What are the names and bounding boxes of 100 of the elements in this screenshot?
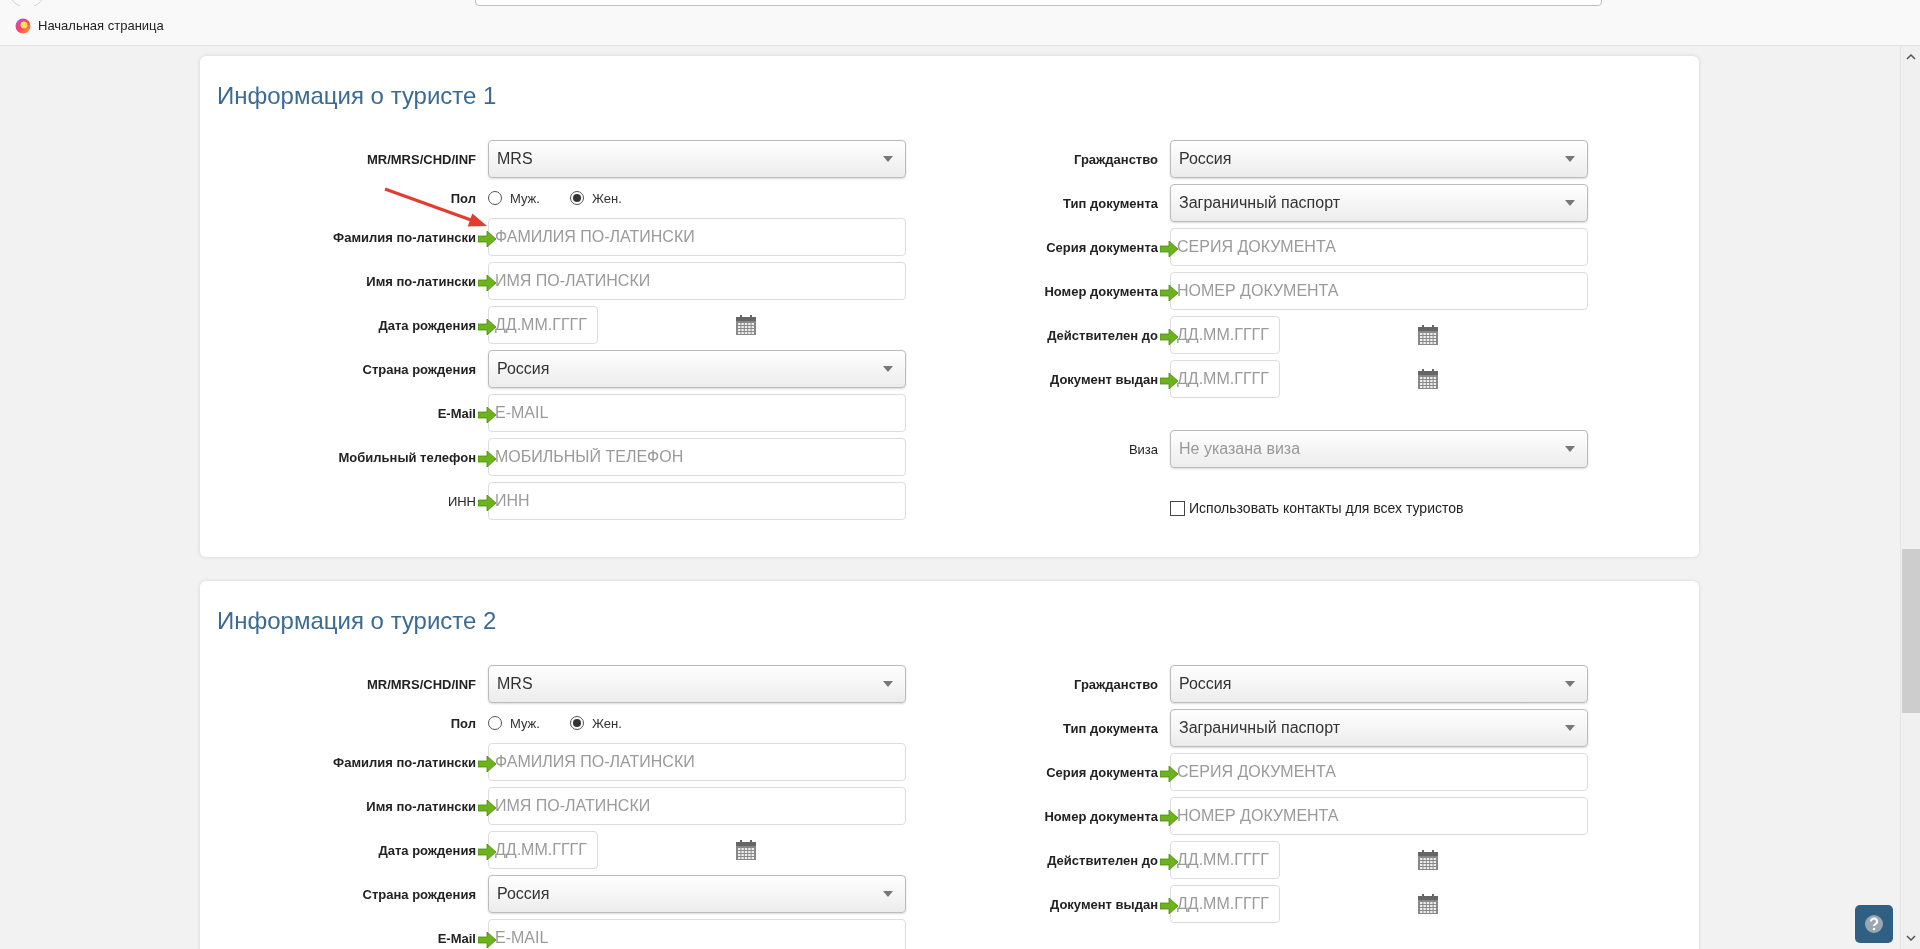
browser-logo-icon — [15, 17, 31, 34]
field-label: Документ выдан — [1048, 896, 1158, 912]
field-label: Мобильный телефон — [337, 449, 476, 465]
required-arrow-icon — [1160, 241, 1178, 257]
field-label: Документ выдан — [1048, 371, 1158, 387]
field-label: Имя по-латински — [365, 273, 476, 289]
dropdown-caret-icon — [883, 891, 893, 897]
field-label: Действителен до — [1046, 327, 1158, 343]
field-label: Фамилия по-латински — [332, 229, 476, 245]
checkbox-label: Использовать контакты для всех туристов — [1189, 500, 1464, 516]
calendar-icon[interactable] — [1417, 368, 1439, 390]
dropdown-select[interactable]: Россия — [1170, 665, 1588, 703]
dropdown-select[interactable]: Россия — [1170, 140, 1588, 178]
calendar-icon[interactable] — [1417, 893, 1439, 915]
text-input-field[interactable]: СЕРИЯ ДОКУМЕНТА — [1170, 228, 1588, 266]
field-label: Страна рождения — [361, 886, 476, 902]
required-arrow-icon — [478, 275, 496, 291]
radio-option[interactable]: Жен. — [569, 190, 622, 206]
dropdown-caret-icon — [1565, 200, 1575, 206]
text-input-field[interactable]: НОМЕР ДОКУМЕНТА — [1170, 272, 1588, 310]
radio-option[interactable]: Жен. — [569, 715, 622, 731]
field-label: Серия документа — [1045, 764, 1158, 780]
calendar-icon[interactable] — [1417, 324, 1439, 346]
dropdown-caret-icon — [883, 156, 893, 162]
field-label: MR/MRS/CHD/INF — [365, 676, 476, 692]
text-input-field[interactable]: ИМЯ ПО-ЛАТИНСКИ — [488, 262, 906, 300]
field-label: Имя по-латински — [365, 798, 476, 814]
scroll-down-icon[interactable] — [1905, 935, 1916, 941]
field-label: Тип документа — [1062, 195, 1158, 211]
section-title: Информация о туристе 1 — [217, 82, 498, 110]
dropdown-select[interactable]: MRS — [488, 140, 906, 178]
scroll-up-icon[interactable] — [1905, 54, 1916, 60]
field-label: Гражданство — [1073, 151, 1158, 167]
required-arrow-icon — [1160, 766, 1178, 782]
text-input-field[interactable]: НОМЕР ДОКУМЕНТА — [1170, 797, 1588, 835]
field-label: Действителен до — [1046, 852, 1158, 868]
required-arrow-icon — [478, 407, 496, 423]
required-arrow-icon — [478, 319, 496, 335]
text-input-field[interactable]: СЕРИЯ ДОКУМЕНТА — [1170, 753, 1588, 791]
required-arrow-icon — [478, 495, 496, 511]
field-label: E-Mail — [436, 930, 476, 946]
checkbox[interactable] — [1170, 500, 1185, 516]
required-arrow-icon — [1160, 329, 1178, 345]
field-label: Фамилия по-латински — [332, 754, 476, 770]
date-input-field[interactable]: ДД.ММ.ГГГГ — [488, 306, 598, 344]
radio-option[interactable]: Муж. — [488, 715, 540, 731]
field-label: ИНН — [446, 493, 476, 509]
text-input-field[interactable]: МОБИЛЬНЫЙ ТЕЛЕФОН — [488, 438, 906, 476]
scrollbar-thumb[interactable] — [1902, 549, 1920, 713]
dropdown-caret-icon — [1565, 725, 1575, 731]
dropdown-select[interactable]: MRS — [488, 665, 906, 703]
text-input-field[interactable]: ИНН — [488, 482, 906, 520]
help-icon — [1864, 914, 1884, 934]
calendar-icon[interactable] — [735, 314, 757, 336]
field-label: Пол — [449, 715, 476, 731]
dropdown-select[interactable]: Россия — [488, 875, 906, 913]
field-label: MR/MRS/CHD/INF — [365, 151, 476, 167]
required-arrow-icon — [1160, 854, 1178, 870]
field-label: Страна рождения — [361, 361, 476, 377]
required-arrow-icon — [478, 756, 496, 772]
dropdown-caret-icon — [1565, 681, 1575, 687]
scrollbar[interactable] — [1900, 46, 1920, 949]
required-arrow-icon — [1160, 898, 1178, 914]
field-label: Гражданство — [1073, 676, 1158, 692]
date-input-field[interactable]: ДД.ММ.ГГГГ — [1170, 885, 1280, 923]
required-arrow-icon — [478, 800, 496, 816]
dropdown-select[interactable]: Россия — [488, 350, 906, 388]
text-input-field[interactable]: ИМЯ ПО-ЛАТИНСКИ — [488, 787, 906, 825]
required-arrow-icon — [478, 932, 496, 948]
calendar-icon[interactable] — [1417, 849, 1439, 871]
radio-option[interactable]: Муж. — [488, 190, 540, 206]
field-label: Номер документа — [1043, 283, 1158, 299]
help-button[interactable] — [1855, 905, 1893, 943]
bookmark-link[interactable]: Начальная страница — [15, 17, 164, 34]
required-arrow-icon — [478, 231, 496, 247]
required-arrow-icon — [478, 451, 496, 467]
field-label: Пол — [449, 190, 476, 206]
date-input-field[interactable]: ДД.ММ.ГГГГ — [488, 831, 598, 869]
date-input-field[interactable]: ДД.ММ.ГГГГ — [1170, 841, 1280, 879]
text-input-field[interactable]: ФАМИЛИЯ ПО-ЛАТИНСКИ — [488, 743, 906, 781]
required-arrow-icon — [1160, 285, 1178, 301]
dropdown-caret-icon — [1565, 446, 1575, 452]
field-label: Виза — [1127, 441, 1158, 457]
date-input-field[interactable]: ДД.ММ.ГГГГ — [1170, 360, 1280, 398]
text-input-field[interactable]: E-MAIL — [488, 394, 906, 432]
dropdown-caret-icon — [1565, 156, 1575, 162]
required-arrow-icon — [1160, 373, 1178, 389]
date-input-field[interactable]: ДД.ММ.ГГГГ — [1170, 316, 1280, 354]
dropdown-select[interactable]: Заграничный паспорт — [1170, 184, 1588, 222]
field-label: Серия документа — [1045, 239, 1158, 255]
section-title: Информация о туристе 2 — [217, 607, 498, 635]
required-arrow-icon — [1160, 810, 1178, 826]
dropdown-select[interactable]: Заграничный паспорт — [1170, 709, 1588, 747]
dropdown-caret-icon — [883, 366, 893, 372]
calendar-icon[interactable] — [735, 839, 757, 861]
text-input-field[interactable]: E-MAIL — [488, 919, 906, 949]
dropdown-caret-icon — [883, 681, 893, 687]
text-input-field[interactable]: ФАМИЛИЯ ПО-ЛАТИНСКИ — [488, 218, 906, 256]
field-label: Дата рождения — [377, 842, 476, 858]
field-label: Тип документа — [1062, 720, 1158, 736]
